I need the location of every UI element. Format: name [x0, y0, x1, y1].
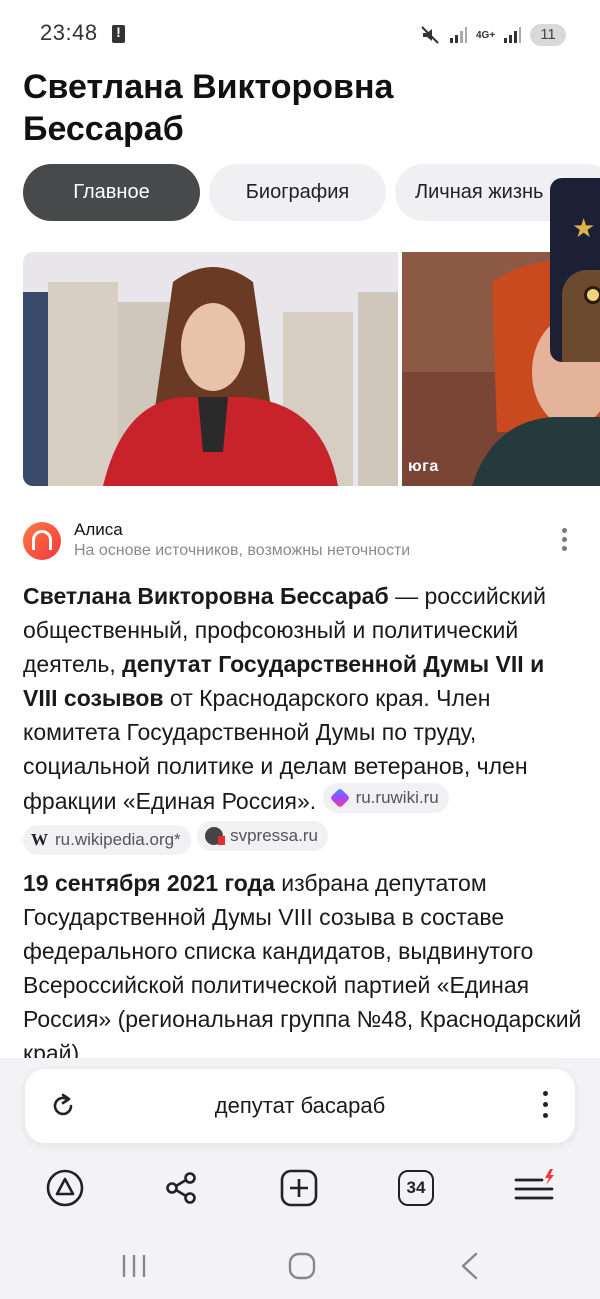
status-time: 23:48 — [40, 20, 98, 45]
signal-icon — [449, 26, 467, 44]
source-chip-ruwiki[interactable]: ru.ruwiki.ru — [322, 783, 449, 813]
tab-bar: Главное Биография Личная жизнь — [23, 164, 600, 222]
floating-thumbnail[interactable]: ★ — [550, 178, 600, 362]
alisa-logo-icon — [23, 522, 61, 560]
wikipedia-icon: W — [31, 830, 48, 849]
home-icon[interactable] — [288, 1252, 316, 1285]
status-icons: 4G+ 11 — [420, 22, 566, 48]
gallery-photo-1[interactable] — [23, 252, 398, 486]
signal-icon-2 — [503, 26, 521, 44]
alisa-name: Алиса — [74, 520, 123, 539]
portrait-image — [23, 252, 398, 486]
status-bar: 23:48 4G+ 11 — [0, 0, 600, 64]
source-label: ru.ruwiki.ru — [355, 788, 439, 807]
image-gallery[interactable]: юга — [23, 252, 600, 488]
answer-paragraph-2: 19 сентября 2021 года избрана депутатом … — [23, 866, 583, 1070]
tab-biography[interactable]: Биография — [209, 164, 386, 221]
svpressa-icon — [205, 827, 226, 845]
search-more-icon[interactable] — [539, 1091, 551, 1123]
alisa-button-icon[interactable] — [45, 1168, 85, 1208]
source-chip-wikipedia[interactable]: Wru.wikipedia.org* — [23, 825, 191, 855]
back-icon[interactable] — [458, 1252, 482, 1285]
menu-icon[interactable] — [514, 1168, 554, 1208]
source-label: ru.wikipedia.org* — [55, 830, 181, 849]
battery-indicator: 11 — [530, 24, 566, 46]
mute-icon — [420, 25, 440, 45]
ruwiki-icon — [329, 787, 350, 809]
share-icon[interactable] — [161, 1168, 201, 1208]
answer-text-2: избрана депутатом Государственной Думы V… — [23, 870, 582, 1066]
system-nav-bar — [0, 1232, 600, 1299]
source-label: svpressa.ru — [230, 826, 318, 845]
owl-eye — [584, 286, 600, 304]
page-title: Светлана Викторовна Бессараб — [23, 68, 394, 148]
new-tab-icon[interactable] — [279, 1168, 319, 1208]
photo-watermark: юга — [408, 458, 439, 475]
source-chip-svpressa[interactable]: svpressa.ru — [197, 821, 328, 851]
tab-main[interactable]: Главное — [23, 164, 200, 221]
star-icon: ★ — [572, 213, 596, 243]
alisa-disclaimer: На основе источников, возможны неточност… — [74, 542, 411, 559]
more-options-icon[interactable] — [553, 528, 575, 556]
recent-apps-icon[interactable] — [120, 1252, 148, 1285]
owl-image — [562, 270, 600, 362]
sources-row: Wru.wikipedia.org* svpressa.ru — [23, 821, 583, 856]
answer-paragraph-1: Светлана Викторовна Бессараб — российски… — [23, 579, 583, 856]
tabs-count-button[interactable]: 34 — [398, 1170, 434, 1206]
answer-name: Светлана Викторовна Бессараб — [23, 583, 389, 609]
network-type-icon: 4G+ — [476, 29, 496, 41]
answer-date: 19 сентября 2021 года — [23, 870, 275, 896]
alert-icon — [112, 24, 125, 43]
search-query[interactable]: депутат басараб — [25, 1093, 575, 1119]
search-bar[interactable]: депутат басараб — [25, 1069, 575, 1143]
